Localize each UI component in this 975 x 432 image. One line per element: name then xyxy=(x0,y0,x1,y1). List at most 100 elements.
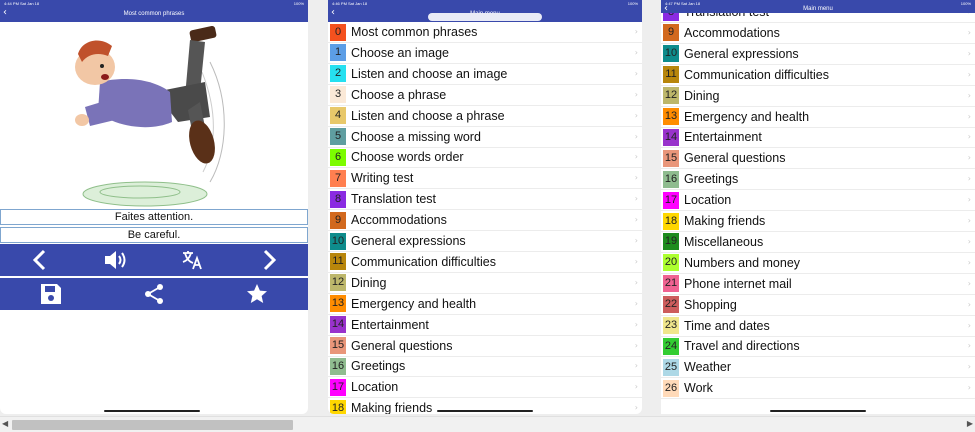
next-icon[interactable] xyxy=(250,246,290,274)
menu-item[interactable]: 13 Emergency and health › xyxy=(661,107,975,128)
menu-item-label: Accommodations xyxy=(351,213,447,228)
menu-item[interactable]: 12 Dining › xyxy=(661,86,975,107)
item-number-badge: 9 xyxy=(330,211,346,229)
item-number-badge: 16 xyxy=(663,170,679,188)
menu-item[interactable]: 2 Listen and choose an image › xyxy=(328,64,642,85)
item-number-badge: 11 xyxy=(330,253,346,271)
chevron-right-icon: › xyxy=(634,173,638,183)
home-indicator xyxy=(770,410,866,412)
menu-item-label: Making friends xyxy=(684,214,766,228)
menu-item-label: Dining xyxy=(351,275,387,290)
item-number-badge: 24 xyxy=(663,337,679,355)
item-number-badge: 17 xyxy=(330,378,346,396)
menu-item[interactable]: 15 General questions › xyxy=(661,148,975,170)
chevron-right-icon: › xyxy=(634,340,638,350)
horizontal-scrollbar[interactable]: ◀ ▶ xyxy=(0,416,975,432)
menu-item-label: Phone internet mail xyxy=(684,276,792,291)
menu-item[interactable]: 9 Accommodations › xyxy=(661,23,975,44)
menu-item[interactable]: 9 Accommodations › xyxy=(328,210,642,232)
menu-item[interactable]: 4 Listen and choose a phrase › xyxy=(328,106,642,127)
menu-item[interactable]: 17 Location › xyxy=(661,190,975,212)
nav-header: 4:47 PM Sat Jan 18 100% ‹ Main menu xyxy=(661,0,975,14)
menu-item[interactable]: 11 Communication difficulties › xyxy=(328,252,642,273)
menu-item[interactable]: 6 Choose words order › xyxy=(328,147,642,169)
menu-item[interactable]: 15 General questions › xyxy=(328,336,642,357)
main-menu-screen: 4:46 PM Sat Jan 18 100% ‹ Main menu 0Mos… xyxy=(328,0,642,414)
save-icon[interactable] xyxy=(31,280,71,308)
item-number-badge: 23 xyxy=(663,317,679,334)
chevron-right-icon: › xyxy=(634,319,638,329)
star-icon[interactable] xyxy=(237,280,277,308)
menu-item[interactable]: 16 Greetings › xyxy=(661,169,975,191)
menu-item[interactable]: 11 Communication difficulties › xyxy=(661,65,975,86)
menu-item[interactable]: 17 Location › xyxy=(328,377,642,399)
menu-item-label: General questions xyxy=(684,151,786,166)
chevron-right-icon: › xyxy=(967,341,971,351)
menu-item-label: Travel and directions xyxy=(684,339,800,354)
menu-item[interactable]: 7 Writing test › xyxy=(328,168,642,190)
item-number-badge: 10 xyxy=(663,45,679,63)
menu-item-label: Communication difficulties xyxy=(351,254,496,269)
menu-item[interactable]: 18 Making friends › xyxy=(661,211,975,232)
scroll-left-icon[interactable]: ◀ xyxy=(2,419,8,428)
menu-item[interactable]: 26 Work › xyxy=(661,378,975,400)
scrollbar-thumb[interactable] xyxy=(12,420,293,430)
menu-item[interactable]: 14 Entertainment › xyxy=(328,315,642,336)
chevron-right-icon: › xyxy=(967,320,971,330)
menu-item[interactable]: 5 Choose a missing word › xyxy=(328,127,642,148)
phrase-foreign: Faites attention. xyxy=(0,209,308,225)
menu-item-label: Time and dates xyxy=(684,318,770,333)
chevron-right-icon: › xyxy=(967,174,971,184)
menu-item[interactable]: 20 Numbers and money › xyxy=(661,253,975,274)
menu-item[interactable]: 8 Translation test › xyxy=(328,189,642,211)
menu-item[interactable]: 16 Greetings › xyxy=(328,356,642,378)
main-menu-screen-scrolled: 8Translation test›9Accommodations›10Gene… xyxy=(661,0,975,414)
translate-icon[interactable] xyxy=(173,246,213,274)
chevron-right-icon: › xyxy=(967,362,971,372)
menu-item-label: Making friends xyxy=(351,401,433,414)
menu-item-label: Work xyxy=(684,381,713,396)
item-number-badge: 9 xyxy=(663,24,679,42)
menu-item[interactable]: 19 Miscellaneous › xyxy=(661,232,975,253)
chevron-right-icon: › xyxy=(634,215,638,225)
menu-item[interactable]: 13 Emergency and health › xyxy=(328,294,642,315)
chevron-right-icon: › xyxy=(634,277,638,287)
menu-item[interactable]: 1 Choose an image › xyxy=(328,43,642,64)
menu-item-label: Choose a phrase xyxy=(351,87,447,102)
menu-item-label: Choose an image xyxy=(351,45,449,60)
chevron-right-icon: › xyxy=(634,152,638,162)
share-icon[interactable] xyxy=(134,280,174,308)
menu-item-label: Choose a missing word xyxy=(351,129,481,144)
chevron-right-icon: › xyxy=(634,256,638,266)
menu-item[interactable]: 23 Time and dates › xyxy=(661,316,975,337)
menu-item[interactable]: 0 Most common phrases › xyxy=(328,22,642,43)
previous-icon[interactable] xyxy=(19,246,59,274)
menu-item[interactable]: 3 Choose a phrase › xyxy=(328,85,642,106)
speaker-icon[interactable] xyxy=(96,246,136,274)
menu-item[interactable]: 22 Shopping › xyxy=(661,295,975,316)
menu-item[interactable]: 10 General expressions › xyxy=(661,44,975,65)
menu-item[interactable]: 14 Entertainment › xyxy=(661,127,975,149)
menu-item-label: Most common phrases xyxy=(351,25,478,39)
menu-item[interactable]: 12 Dining › xyxy=(328,273,642,294)
status-battery: 100% xyxy=(293,1,304,6)
item-number-badge: 18 xyxy=(330,399,346,414)
falling-man-illustration xyxy=(60,22,245,210)
menu-item[interactable]: 25 Weather › xyxy=(661,357,975,379)
chevron-right-icon: › xyxy=(634,47,638,57)
chevron-right-icon: › xyxy=(967,27,971,37)
menu-item[interactable]: 10 General expressions › xyxy=(328,231,642,252)
item-number-badge: 10 xyxy=(330,232,346,250)
item-number-badge: 26 xyxy=(663,379,679,397)
page-title: Most common phrases xyxy=(123,11,185,17)
chevron-right-icon: › xyxy=(634,361,638,371)
menu-item[interactable]: 24 Travel and directions › xyxy=(661,336,975,358)
chevron-right-icon: › xyxy=(634,236,638,245)
scroll-right-icon[interactable]: ▶ xyxy=(967,419,973,428)
menu-item[interactable]: 21 Phone internet mail › xyxy=(661,274,975,295)
chevron-right-icon: › xyxy=(967,257,971,267)
item-number-badge: 4 xyxy=(330,107,346,125)
home-indicator xyxy=(437,410,533,412)
status-time: 4:44 PM Sat Jan 18 xyxy=(4,1,40,6)
menu-item-label: Emergency and health xyxy=(684,109,810,124)
